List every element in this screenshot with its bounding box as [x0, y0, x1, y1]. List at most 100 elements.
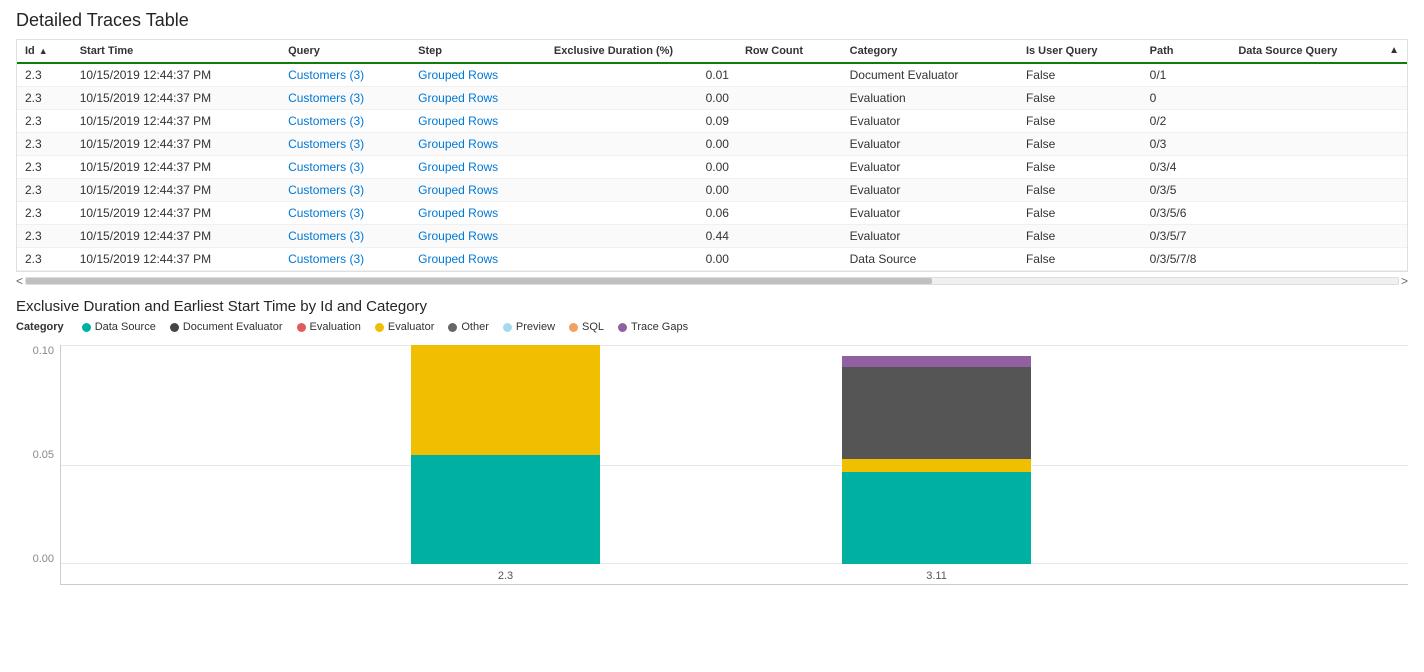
col-path[interactable]: Path: [1142, 40, 1231, 63]
table-cell: 2.3: [17, 87, 72, 110]
table-row[interactable]: 2.310/15/2019 12:44:37 PMCustomers (3)Gr…: [17, 63, 1407, 87]
bar-segment-evaluator-3-11[interactable]: [842, 459, 1031, 472]
table-cell: 0.06: [546, 202, 737, 225]
table-cell: [1230, 156, 1407, 179]
table-cell: 0.00: [546, 133, 737, 156]
table-cell: Customers (3): [280, 225, 410, 248]
table-cell: 0.00: [546, 179, 737, 202]
table-cell: [1230, 110, 1407, 133]
table-cell: 2.3: [17, 202, 72, 225]
legend-item-other: Other: [448, 321, 489, 333]
table-row[interactable]: 2.310/15/2019 12:44:37 PMCustomers (3)Gr…: [17, 248, 1407, 271]
table-cell: 0.44: [546, 225, 737, 248]
col-id[interactable]: Id: [17, 40, 72, 63]
table-cell: [737, 156, 842, 179]
preview-dot: [503, 323, 512, 332]
scroll-left-arrow[interactable]: <: [16, 274, 23, 288]
col-is-user-query[interactable]: Is User Query: [1018, 40, 1142, 63]
table-cell: [1230, 63, 1407, 87]
table-row[interactable]: 2.310/15/2019 12:44:37 PMCustomers (3)Gr…: [17, 179, 1407, 202]
bar-segment-tracegaps-3-11[interactable]: [842, 356, 1031, 367]
table-row[interactable]: 2.310/15/2019 12:44:37 PMCustomers (3)Gr…: [17, 156, 1407, 179]
bar-segment-evaluator-2-3[interactable]: [411, 345, 600, 455]
col-exclusive-duration[interactable]: Exclusive Duration (%): [546, 40, 737, 63]
legend-label: Category: [16, 321, 64, 333]
table-header-row: Id Start Time Query Step Exclusive Durat…: [17, 40, 1407, 63]
table-row[interactable]: 2.310/15/2019 12:44:37 PMCustomers (3)Gr…: [17, 202, 1407, 225]
table-cell: 0.01: [546, 63, 737, 87]
table-cell: Document Evaluator: [842, 63, 1018, 87]
bar-segment-doceval-3-11[interactable]: [842, 367, 1031, 459]
col-category[interactable]: Category: [842, 40, 1018, 63]
legend-item-datasource: Data Source: [82, 321, 156, 333]
table-cell: 10/15/2019 12:44:37 PM: [72, 156, 280, 179]
table-cell: Customers (3): [280, 248, 410, 271]
x-label-3-11: 3.11: [926, 570, 947, 582]
legend-evaluation-text: Evaluation: [310, 321, 361, 333]
legend-item-sql: SQL: [569, 321, 604, 333]
table-cell: 10/15/2019 12:44:37 PM: [72, 110, 280, 133]
table-cell: Customers (3): [280, 63, 410, 87]
table-cell: Grouped Rows: [410, 110, 546, 133]
bar-segment-datasource-2-3[interactable]: [411, 455, 600, 565]
col-step[interactable]: Step: [410, 40, 546, 63]
table-cell: False: [1018, 156, 1142, 179]
table-row[interactable]: 2.310/15/2019 12:44:37 PMCustomers (3)Gr…: [17, 133, 1407, 156]
table-cell: Grouped Rows: [410, 63, 546, 87]
legend-item-trace-gaps: Trace Gaps: [618, 321, 688, 333]
y-label-000: 0.00: [33, 553, 54, 565]
table-cell: 10/15/2019 12:44:37 PM: [72, 225, 280, 248]
grid-line-top: [61, 345, 1408, 346]
table-cell: Grouped Rows: [410, 202, 546, 225]
detailed-traces-table: Id Start Time Query Step Exclusive Durat…: [17, 40, 1407, 271]
table-cell: False: [1018, 202, 1142, 225]
scroll-right-arrow[interactable]: >: [1401, 274, 1408, 288]
table-cell: 0.00: [546, 248, 737, 271]
x-label-2-3: 2.3: [498, 570, 513, 582]
table-cell: Evaluator: [842, 156, 1018, 179]
table-cell: 0/2: [1142, 110, 1231, 133]
table-cell: 2.3: [17, 63, 72, 87]
col-query[interactable]: Query: [280, 40, 410, 63]
table-cell: [737, 110, 842, 133]
table-cell: False: [1018, 110, 1142, 133]
table-cell: Evaluation: [842, 87, 1018, 110]
table-cell: 2.3: [17, 179, 72, 202]
col-row-count[interactable]: Row Count: [737, 40, 842, 63]
table-cell: False: [1018, 63, 1142, 87]
legend-preview-text: Preview: [516, 321, 555, 333]
legend-evaluator-text: Evaluator: [388, 321, 434, 333]
table-cell: Evaluator: [842, 202, 1018, 225]
table-cell: Grouped Rows: [410, 225, 546, 248]
table-cell: False: [1018, 248, 1142, 271]
grid-line-mid: [61, 465, 1408, 466]
table-row[interactable]: 2.310/15/2019 12:44:37 PMCustomers (3)Gr…: [17, 225, 1407, 248]
trace-gaps-dot: [618, 323, 627, 332]
table-title: Detailed Traces Table: [16, 10, 1408, 31]
table-cell: 2.3: [17, 225, 72, 248]
table-row[interactable]: 2.310/15/2019 12:44:37 PMCustomers (3)Gr…: [17, 110, 1407, 133]
table-cell: 0.00: [546, 87, 737, 110]
table-cell: [737, 179, 842, 202]
col-data-source-query[interactable]: Data Source Query ▲: [1230, 40, 1407, 63]
table-cell: 0/3/4: [1142, 156, 1231, 179]
table-cell: 0/3: [1142, 133, 1231, 156]
legend-item-evaluator: Evaluator: [375, 321, 434, 333]
sql-dot: [569, 323, 578, 332]
col-start-time[interactable]: Start Time: [72, 40, 280, 63]
table-cell: Customers (3): [280, 202, 410, 225]
table-cell: Customers (3): [280, 179, 410, 202]
table-container: Id Start Time Query Step Exclusive Durat…: [16, 39, 1408, 272]
bar-segment-datasource-3-11[interactable]: [842, 472, 1031, 564]
table-cell: [1230, 225, 1407, 248]
table-cell: [1230, 87, 1407, 110]
table-cell: [1230, 248, 1407, 271]
table-cell: [1230, 133, 1407, 156]
chart-title: Exclusive Duration and Earliest Start Ti…: [16, 298, 1408, 315]
table-cell: [737, 63, 842, 87]
chart-section: Exclusive Duration and Earliest Start Ti…: [16, 298, 1408, 585]
table-cell: Customers (3): [280, 110, 410, 133]
table-cell: Grouped Rows: [410, 248, 546, 271]
table-row[interactable]: 2.310/15/2019 12:44:37 PMCustomers (3)Gr…: [17, 87, 1407, 110]
table-cell: Evaluator: [842, 179, 1018, 202]
